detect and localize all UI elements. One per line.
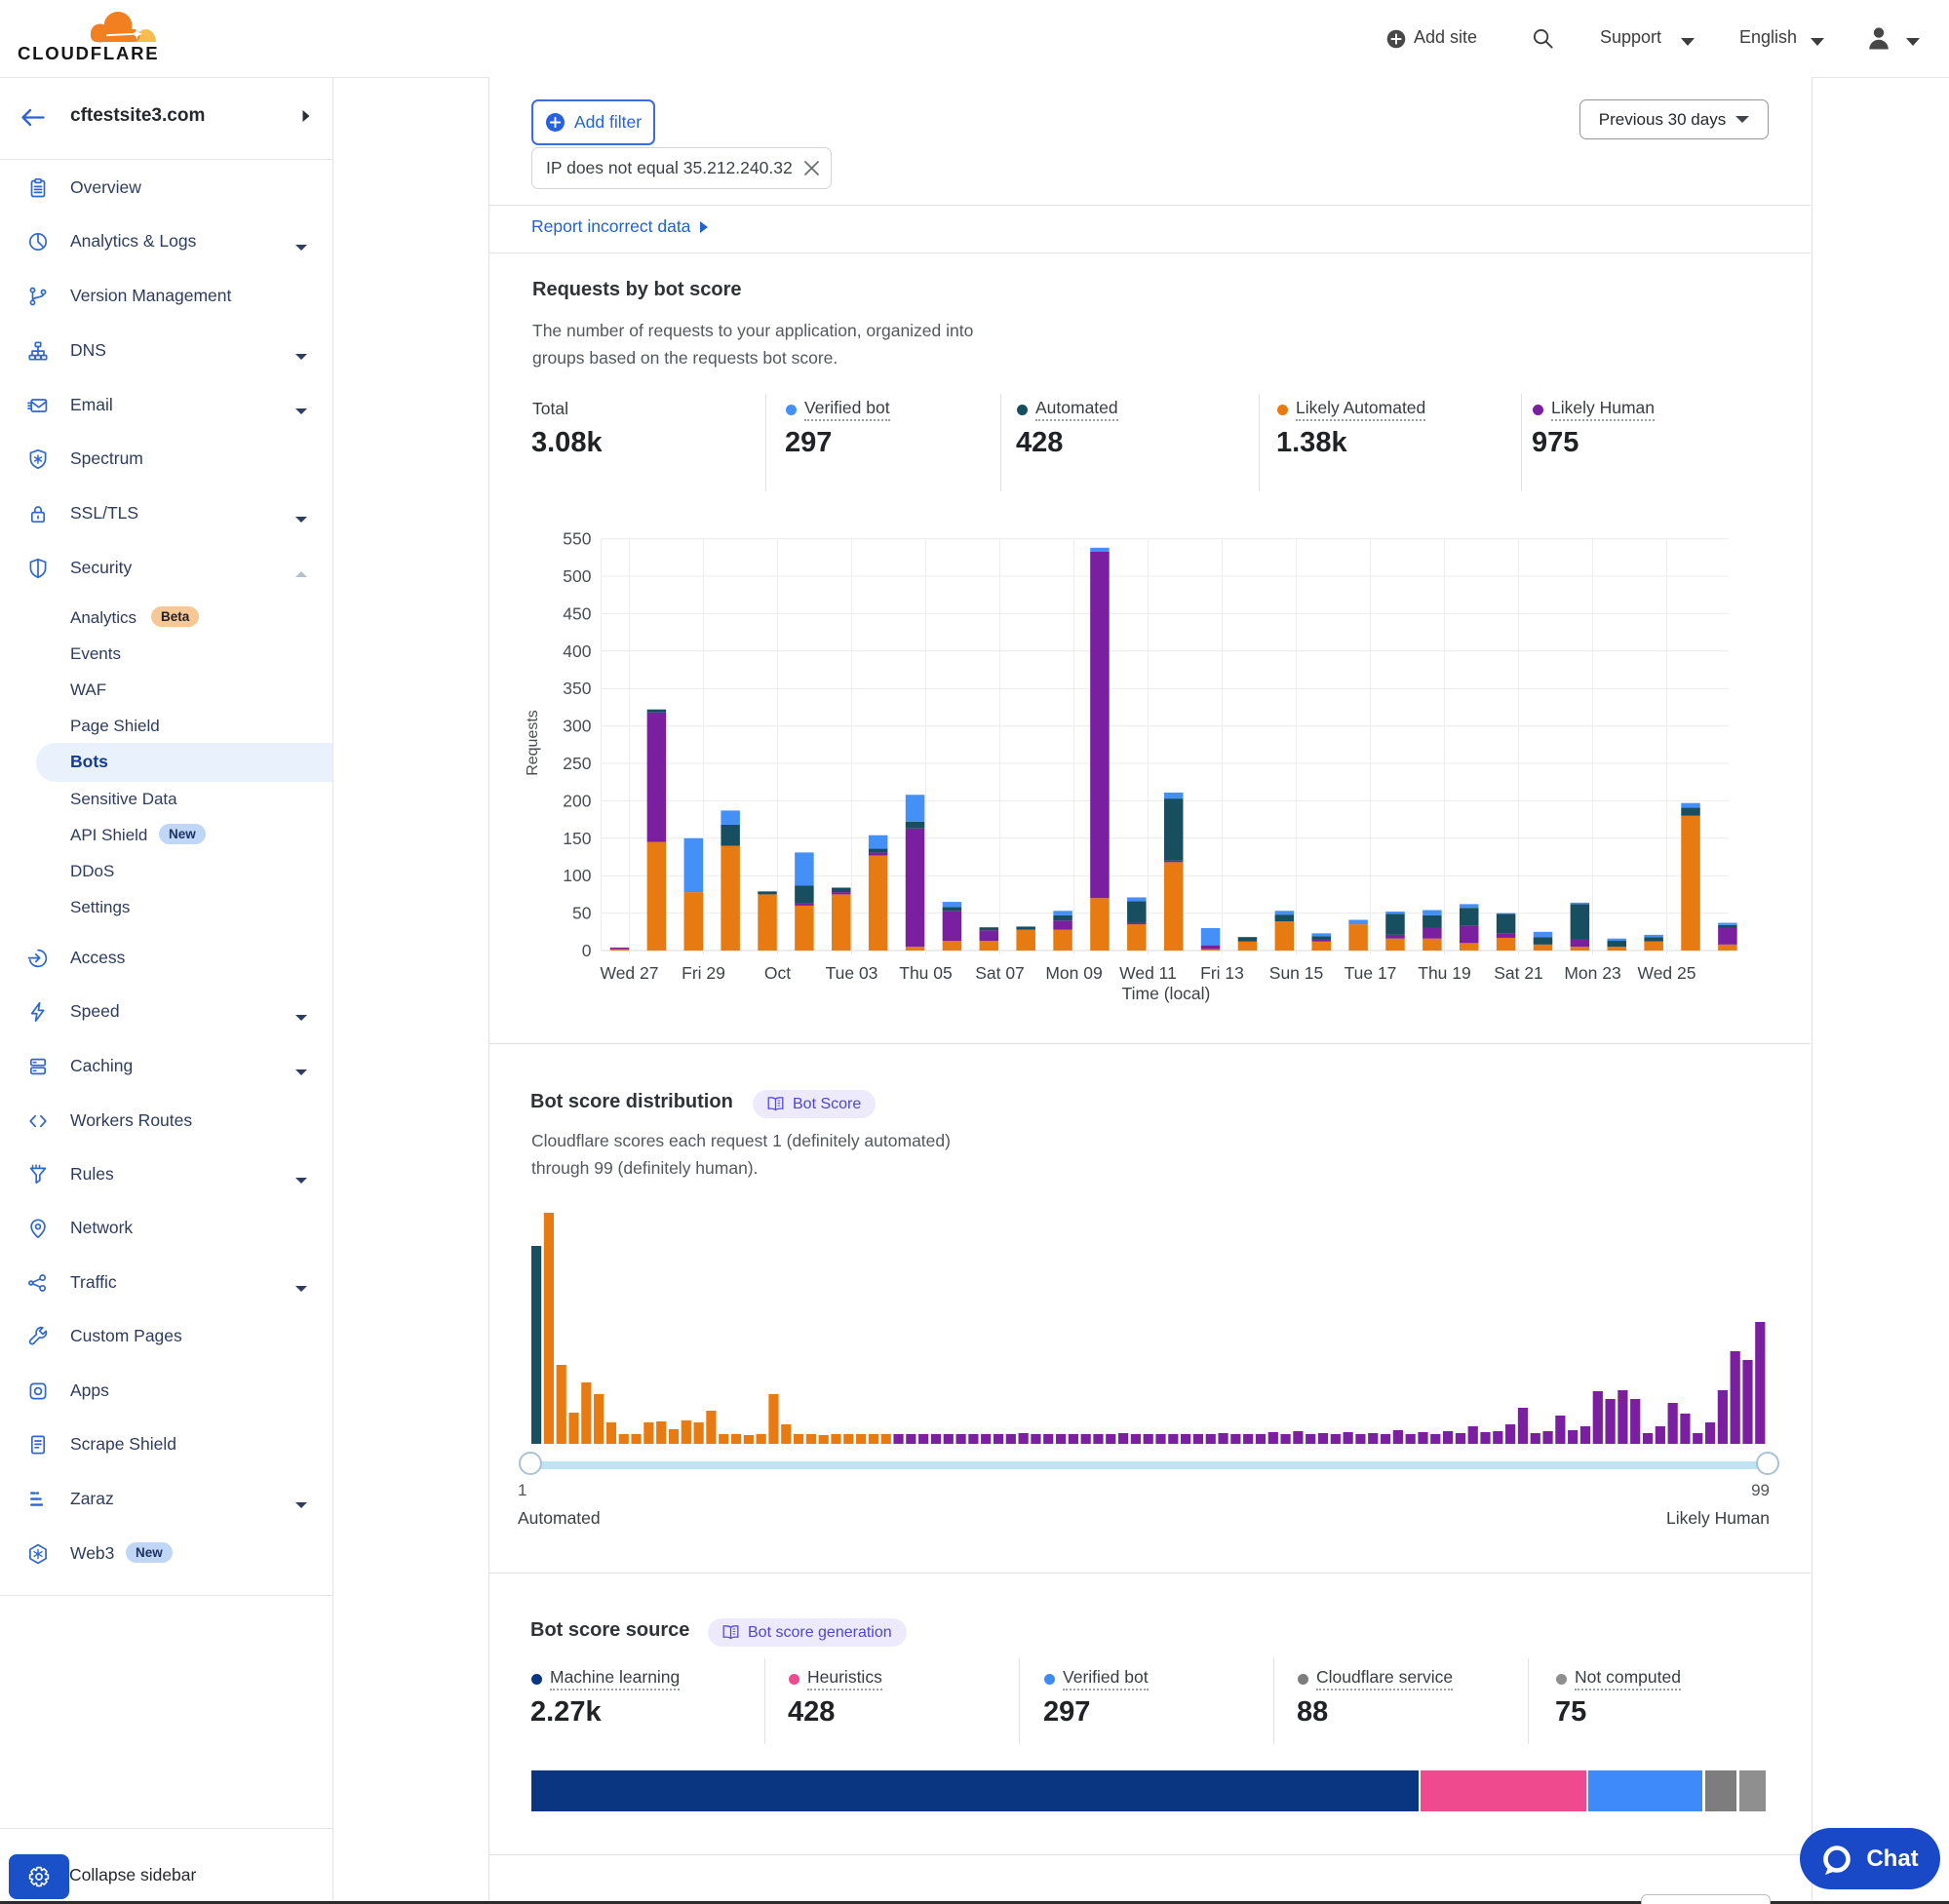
svg-text:300: 300 [563,717,591,736]
svg-text:Sat 07: Sat 07 [975,963,1025,983]
svg-text:Thu 05: Thu 05 [899,963,952,983]
svg-text:200: 200 [563,791,591,810]
svg-text:250: 250 [563,754,591,773]
svg-text:Wed 27: Wed 27 [601,963,659,983]
svg-text:350: 350 [563,679,591,698]
svg-text:Fri 13: Fri 13 [1200,963,1244,983]
svg-text:400: 400 [563,641,591,661]
svg-text:150: 150 [563,829,591,848]
svg-text:Wed 25: Wed 25 [1638,963,1696,983]
svg-text:Sat 21: Sat 21 [1494,963,1543,983]
svg-text:450: 450 [563,603,591,623]
svg-text:Sun 15: Sun 15 [1269,963,1323,983]
svg-text:Fri 29: Fri 29 [682,963,725,983]
svg-text:550: 550 [563,529,591,549]
svg-text:Mon 23: Mon 23 [1564,963,1620,983]
svg-text:Tue 17: Tue 17 [1345,963,1397,983]
svg-text:Tue 03: Tue 03 [826,963,878,983]
svg-text:100: 100 [563,866,591,885]
svg-text:500: 500 [563,566,591,586]
svg-text:Requests: Requests [525,710,541,776]
svg-text:Wed 11: Wed 11 [1119,963,1177,983]
svg-text:Mon 09: Mon 09 [1045,963,1102,983]
svg-text:50: 50 [572,904,592,923]
svg-text:Oct: Oct [764,963,791,983]
svg-text:Time (local): Time (local) [1122,984,1211,1003]
svg-text:0: 0 [582,941,592,960]
svg-text:Thu 19: Thu 19 [1418,963,1470,983]
